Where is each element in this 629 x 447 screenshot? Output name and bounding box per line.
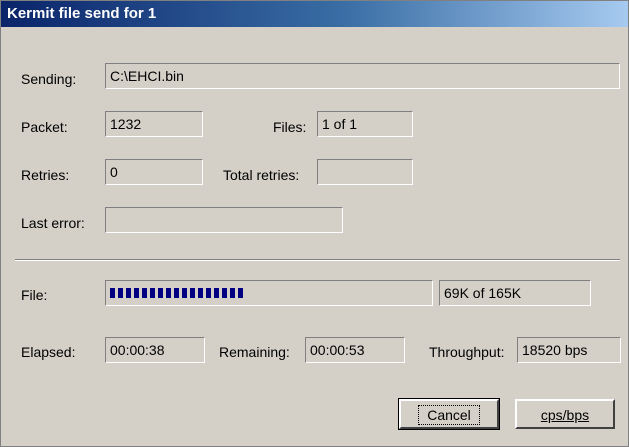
remaining-label: Remaining: <box>219 344 290 360</box>
throughput-label: Throughput: <box>429 344 505 360</box>
cancel-button[interactable]: Cancel <box>398 398 500 430</box>
last-error-field <box>105 207 343 233</box>
sending-field: C:\EHCI.bin <box>105 63 620 89</box>
elapsed-field: 00:00:38 <box>105 337 205 363</box>
kermit-send-dialog: Kermit file send for 1 Sending: C:\EHCI.… <box>0 0 629 447</box>
file-progress-bar <box>105 280 433 306</box>
total-retries-field <box>317 159 413 185</box>
files-label: Files: <box>273 119 307 135</box>
packet-field: 1232 <box>105 111 203 137</box>
files-field: 1 of 1 <box>317 111 413 137</box>
last-error-label: Last error: <box>21 215 85 231</box>
throughput-field: 18520 bps <box>517 337 621 363</box>
file-progress-text: 69K of 165K <box>439 280 591 306</box>
packet-label: Packet: <box>21 119 68 135</box>
file-progress-label: File: <box>21 287 48 303</box>
retries-field: 0 <box>105 159 203 185</box>
separator <box>15 259 620 261</box>
file-progress-fill <box>110 288 243 298</box>
sending-label: Sending: <box>21 71 77 87</box>
cps-bps-button[interactable]: cps/bps <box>515 399 615 429</box>
total-retries-label: Total retries: <box>223 167 300 183</box>
elapsed-label: Elapsed: <box>21 344 76 360</box>
window-title: Kermit file send for 1 <box>1 1 628 27</box>
cancel-button-label: Cancel <box>418 405 480 425</box>
retries-label: Retries: <box>21 167 70 183</box>
cps-bps-button-label: cps/bps <box>540 407 590 423</box>
remaining-field: 00:00:53 <box>305 337 405 363</box>
